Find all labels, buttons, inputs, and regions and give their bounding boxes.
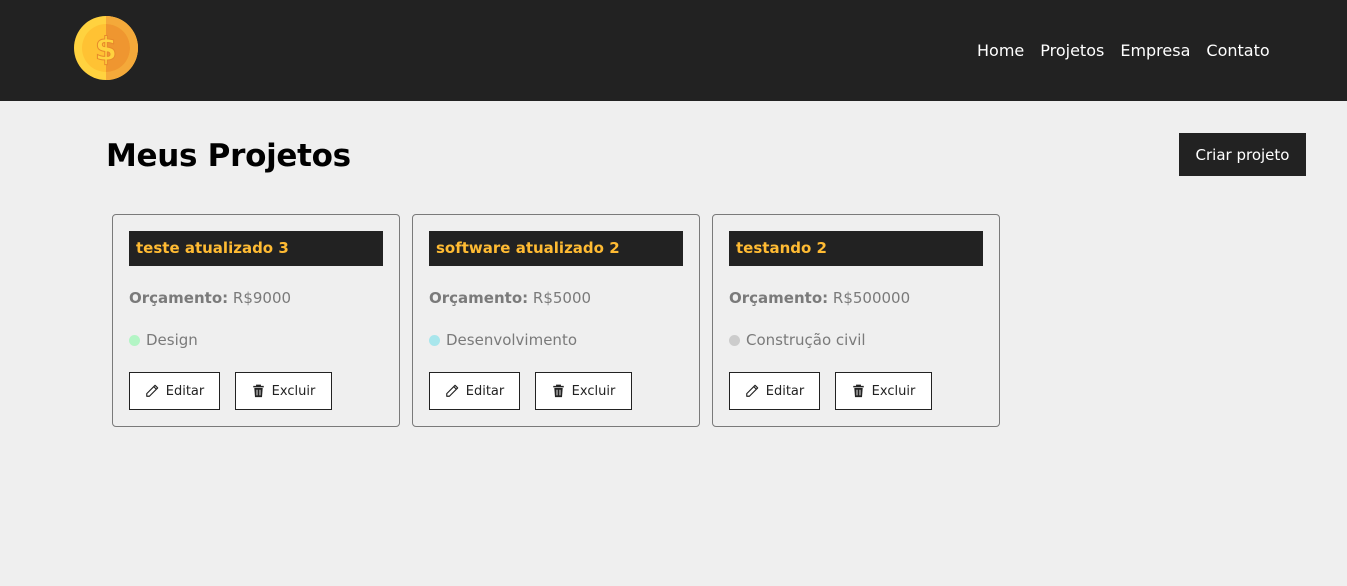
- category-dot-icon: [729, 334, 740, 346]
- project-category: Construção civil: [729, 330, 866, 350]
- project-name: testando 2: [729, 231, 983, 266]
- delete-button[interactable]: Excluir: [535, 372, 632, 410]
- page-title: Meus Projetos: [106, 138, 351, 174]
- project-card: software atualizado 2 Orçamento: R$5000 …: [412, 214, 700, 427]
- category-dot-icon: [129, 334, 140, 346]
- edit-label: Editar: [165, 383, 205, 399]
- edit-button[interactable]: Editar: [429, 372, 520, 410]
- delete-button[interactable]: Excluir: [235, 372, 332, 410]
- navbar: $ Home Projetos Empresa Contato: [0, 0, 1347, 101]
- edit-label: Editar: [765, 383, 805, 399]
- category-label: Desenvolvimento: [446, 331, 578, 349]
- project-budget: Orçamento: R$9000: [129, 288, 291, 308]
- edit-button[interactable]: Editar: [129, 372, 220, 410]
- project-name: teste atualizado 3: [129, 231, 383, 266]
- dollar-coin-icon[interactable]: $: [74, 16, 138, 80]
- category-label: Construção civil: [746, 331, 866, 349]
- project-card: teste atualizado 3 Orçamento: R$9000 Des…: [112, 214, 400, 427]
- edit-button[interactable]: Editar: [729, 372, 820, 410]
- nav-contato[interactable]: Contato: [1206, 41, 1269, 61]
- category-label: Design: [146, 331, 198, 349]
- nav-empresa[interactable]: Empresa: [1120, 41, 1190, 61]
- trash-icon: [552, 384, 564, 398]
- delete-label: Excluir: [571, 383, 616, 399]
- project-name: software atualizado 2: [429, 231, 683, 266]
- trash-icon: [252, 384, 264, 398]
- edit-label: Editar: [465, 383, 505, 399]
- trash-icon: [852, 384, 864, 398]
- project-list: teste atualizado 3 Orçamento: R$9000 Des…: [112, 214, 1012, 427]
- project-budget: Orçamento: R$5000: [429, 288, 591, 308]
- project-category: Design: [129, 330, 198, 350]
- pencil-icon: [745, 384, 759, 397]
- budget-label: Orçamento:: [129, 289, 229, 307]
- budget-value: R$9000: [232, 289, 292, 307]
- main-nav: Home Projetos Empresa Contato: [969, 41, 1278, 61]
- nav-projetos[interactable]: Projetos: [1040, 41, 1104, 61]
- delete-label: Excluir: [271, 383, 316, 399]
- pencil-icon: [445, 384, 459, 397]
- create-project-button[interactable]: Criar projeto: [1179, 133, 1306, 176]
- budget-label: Orçamento:: [729, 289, 829, 307]
- category-dot-icon: [429, 334, 440, 346]
- budget-value: R$500000: [832, 289, 911, 307]
- delete-button[interactable]: Excluir: [835, 372, 932, 410]
- project-card: testando 2 Orçamento: R$500000 Construçã…: [712, 214, 1000, 427]
- nav-home[interactable]: Home: [977, 41, 1024, 61]
- delete-label: Excluir: [871, 383, 916, 399]
- budget-value: R$5000: [532, 289, 592, 307]
- pencil-icon: [145, 384, 159, 397]
- budget-label: Orçamento:: [429, 289, 529, 307]
- project-category: Desenvolvimento: [429, 330, 577, 350]
- project-budget: Orçamento: R$500000: [729, 288, 910, 308]
- svg-text:$: $: [95, 30, 117, 68]
